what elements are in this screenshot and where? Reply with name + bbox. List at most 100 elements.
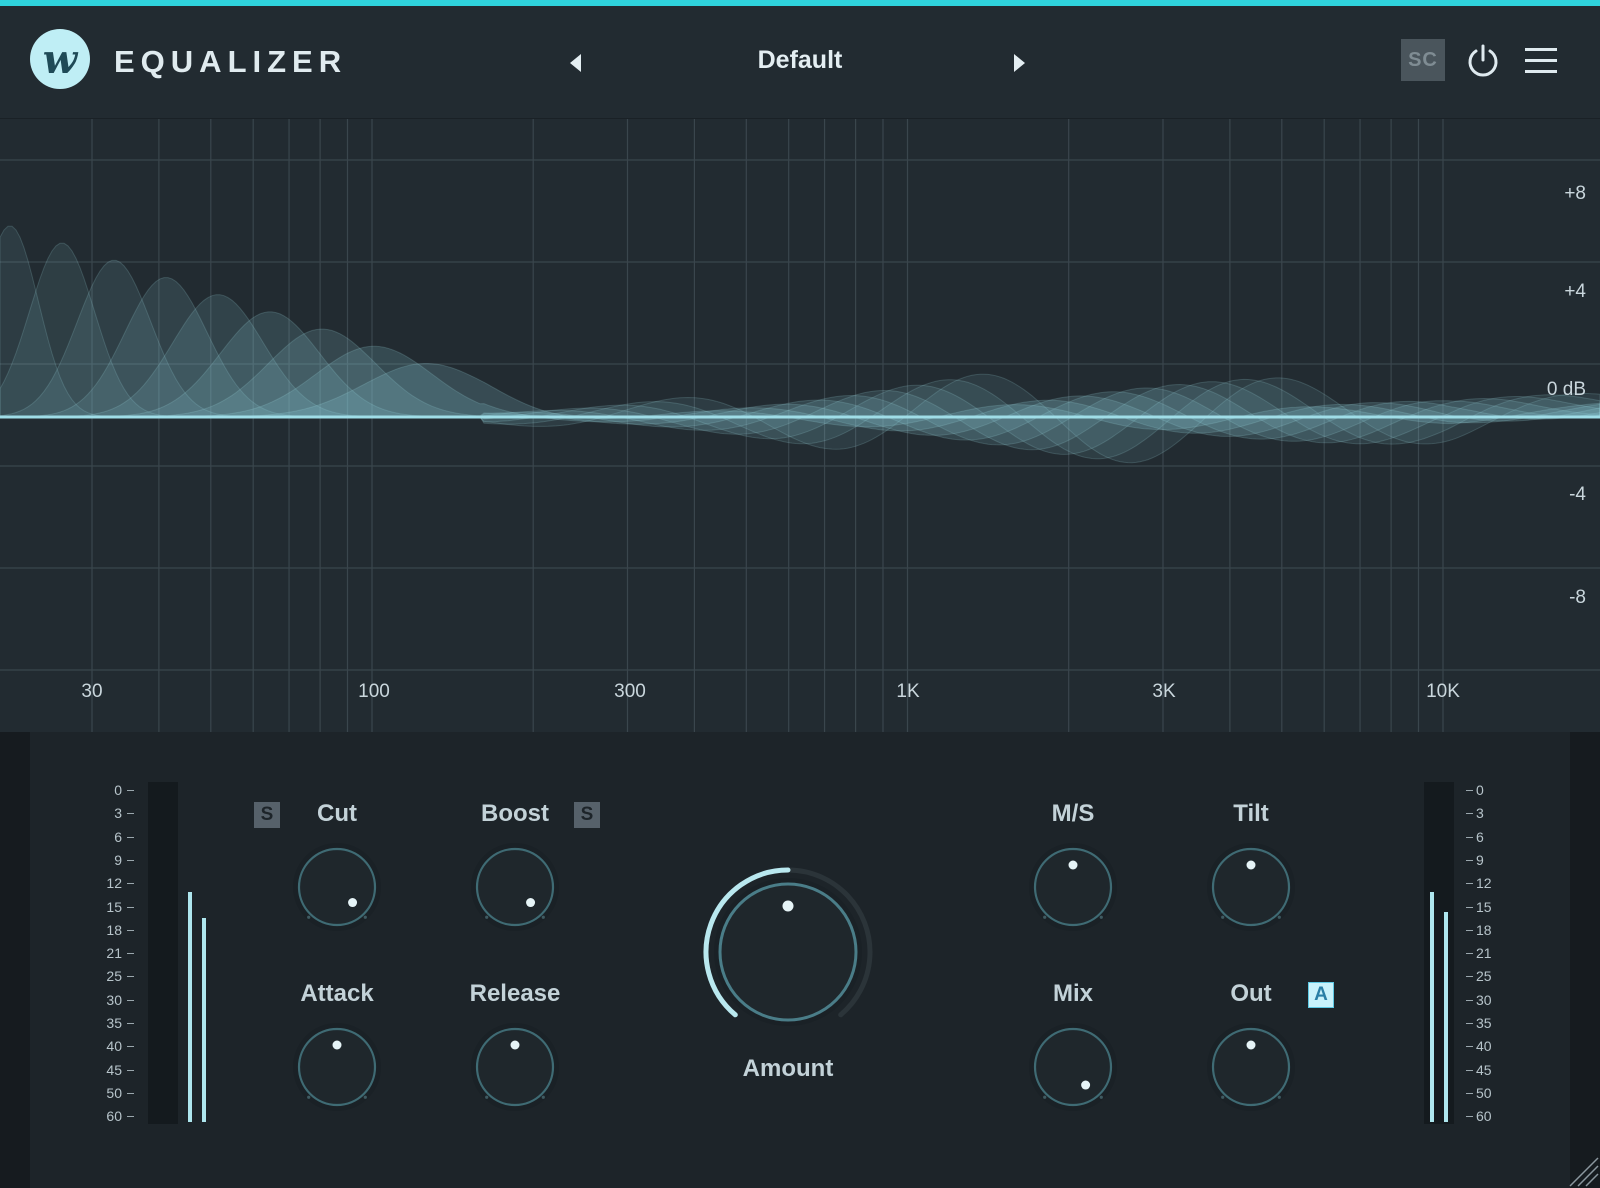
knob-tick xyxy=(1043,915,1047,919)
knob-indicator xyxy=(1246,1040,1256,1050)
db-label: 0 dB xyxy=(1547,379,1586,400)
meter-scale-tick xyxy=(1466,976,1473,978)
meter-scale-tick xyxy=(127,790,134,791)
meter-scale-label: 3 xyxy=(114,805,122,822)
meter-scale-label: 30 xyxy=(1476,991,1492,1008)
tilt-knob[interactable] xyxy=(1201,837,1301,937)
output-meter: 0 3 6 9 12 15 18 21 25 30 35 40 45 50 60 xyxy=(1420,782,1492,1132)
meter-scale-label: 18 xyxy=(106,921,122,938)
meter-scale-label: 9 xyxy=(114,851,122,868)
freq-label: 30 xyxy=(81,681,102,702)
ms-knob[interactable] xyxy=(1023,837,1123,937)
meter-scale-label: 30 xyxy=(106,991,122,1008)
cut-label: Cut xyxy=(317,800,357,827)
cut-knob[interactable] xyxy=(287,837,387,937)
knob-indicator xyxy=(332,1040,342,1050)
meter-scale-label: 25 xyxy=(106,968,122,985)
mix-knob[interactable] xyxy=(1023,1017,1123,1117)
knob-ring xyxy=(297,1027,377,1107)
meter-scale-tick xyxy=(1466,790,1473,791)
knob-tick xyxy=(1099,915,1103,919)
mix-label: Mix xyxy=(1052,980,1093,1007)
meter-scale-tick xyxy=(127,1092,134,1094)
meter-scale-tick xyxy=(127,999,134,1001)
meter-scale-label: 18 xyxy=(1476,921,1492,938)
out-auto-badge[interactable]: A xyxy=(1308,982,1334,1008)
output-meter-track xyxy=(1424,782,1454,1124)
knob-ring xyxy=(475,1027,555,1107)
knob-tick xyxy=(541,1095,545,1099)
attack-knob[interactable] xyxy=(287,1017,387,1117)
knob-ring xyxy=(475,847,555,927)
meter-scale-tick xyxy=(1466,1023,1473,1024)
meter-scale-label: 35 xyxy=(1476,1015,1492,1031)
resize-handle-icon[interactable] xyxy=(1560,1148,1600,1188)
knob-indicator xyxy=(1081,1080,1091,1090)
control-panel-inner: 0 3 6 9 12 15 18 21 25 30 35 40 45 50 60 S Cut Boost S… xyxy=(30,732,1570,1188)
freq-label: 10K xyxy=(1426,681,1460,702)
knob-tick xyxy=(1277,915,1281,919)
knob-tick xyxy=(1099,1095,1103,1099)
release-knob-dial xyxy=(471,1023,559,1111)
logo-letter: w xyxy=(42,35,78,83)
control-panel: 0 3 6 9 12 15 18 21 25 30 35 40 45 50 60 S Cut Boost S… xyxy=(0,732,1600,1188)
amount-knob[interactable] xyxy=(698,862,878,1042)
meter-scale-tick xyxy=(127,1023,134,1024)
header-bar: w EQUALIZER Default SC xyxy=(0,6,1600,119)
meter-scale-label: 60 xyxy=(1476,1108,1492,1125)
freq-label: 100 xyxy=(358,681,390,702)
knob-ring xyxy=(1033,1027,1113,1107)
boost-knob[interactable] xyxy=(465,837,565,937)
knob-ring xyxy=(1211,1027,1291,1107)
db-label: -8 xyxy=(1569,587,1586,608)
meter-scale-tick xyxy=(1466,906,1473,908)
meter-scale-tick xyxy=(1466,859,1473,861)
meter-scale-tick xyxy=(1466,999,1473,1001)
meter-scale-tick xyxy=(1466,836,1473,838)
meter-scale-label: 45 xyxy=(106,1061,122,1078)
knob-tick xyxy=(485,1095,489,1099)
knob-tick xyxy=(307,1095,311,1099)
input-meter-bar-left xyxy=(188,892,192,1122)
meter-scale-label: 12 xyxy=(1476,875,1492,892)
power-button[interactable] xyxy=(1465,42,1501,78)
knob-tick xyxy=(541,915,545,919)
knob-indicator xyxy=(348,898,358,908)
release-knob[interactable] xyxy=(465,1017,565,1117)
knob-indicator xyxy=(1068,860,1078,870)
meter-scale-label: 0 xyxy=(114,782,122,798)
sidechain-button[interactable]: SC xyxy=(1401,39,1445,81)
next-preset-button[interactable] xyxy=(1005,48,1035,78)
amount-knob-dial xyxy=(703,867,873,1026)
chevron-left-icon xyxy=(570,54,581,72)
preset-name[interactable]: Default xyxy=(660,46,940,75)
meter-scale-tick xyxy=(127,929,134,931)
knob-ring xyxy=(297,847,377,927)
out-knob[interactable] xyxy=(1201,1017,1301,1117)
input-meter-scale: 0 3 6 9 12 15 18 21 25 30 35 40 45 50 60 xyxy=(90,782,150,1132)
previous-preset-button[interactable] xyxy=(560,48,590,78)
out-knob-dial xyxy=(1207,1023,1295,1111)
boost-solo-badge[interactable]: S xyxy=(574,802,600,828)
menu-button[interactable] xyxy=(1524,46,1558,76)
amount-indicator xyxy=(782,900,794,912)
attack-label: Attack xyxy=(300,980,374,1007)
input-meter: 0 3 6 9 12 15 18 21 25 30 35 40 45 50 60 xyxy=(90,782,206,1132)
output-meter-bar-left xyxy=(1430,892,1434,1122)
out-label: Out xyxy=(1230,980,1272,1007)
release-label: Release xyxy=(469,980,561,1007)
ms-label: M/S xyxy=(1051,800,1095,827)
meter-scale-label: 25 xyxy=(1476,968,1492,985)
output-meter-bar-right xyxy=(1444,912,1448,1122)
meter-scale-tick xyxy=(1466,1046,1473,1048)
meter-scale-label: 35 xyxy=(106,1015,122,1031)
input-meter-track xyxy=(148,782,178,1124)
meter-scale-tick xyxy=(127,836,134,838)
meter-scale-label: 0 xyxy=(1476,782,1484,798)
hamburger-menu-icon xyxy=(1525,48,1557,73)
meter-scale-tick xyxy=(1466,1116,1473,1118)
ms-knob-dial xyxy=(1029,843,1117,931)
eq-graph[interactable]: +8 +4 0 dB -4 -8 30 100 300 1K 3K 10K xyxy=(0,119,1600,732)
meter-scale-tick xyxy=(1466,1069,1473,1071)
knob-indicator xyxy=(510,1040,520,1050)
